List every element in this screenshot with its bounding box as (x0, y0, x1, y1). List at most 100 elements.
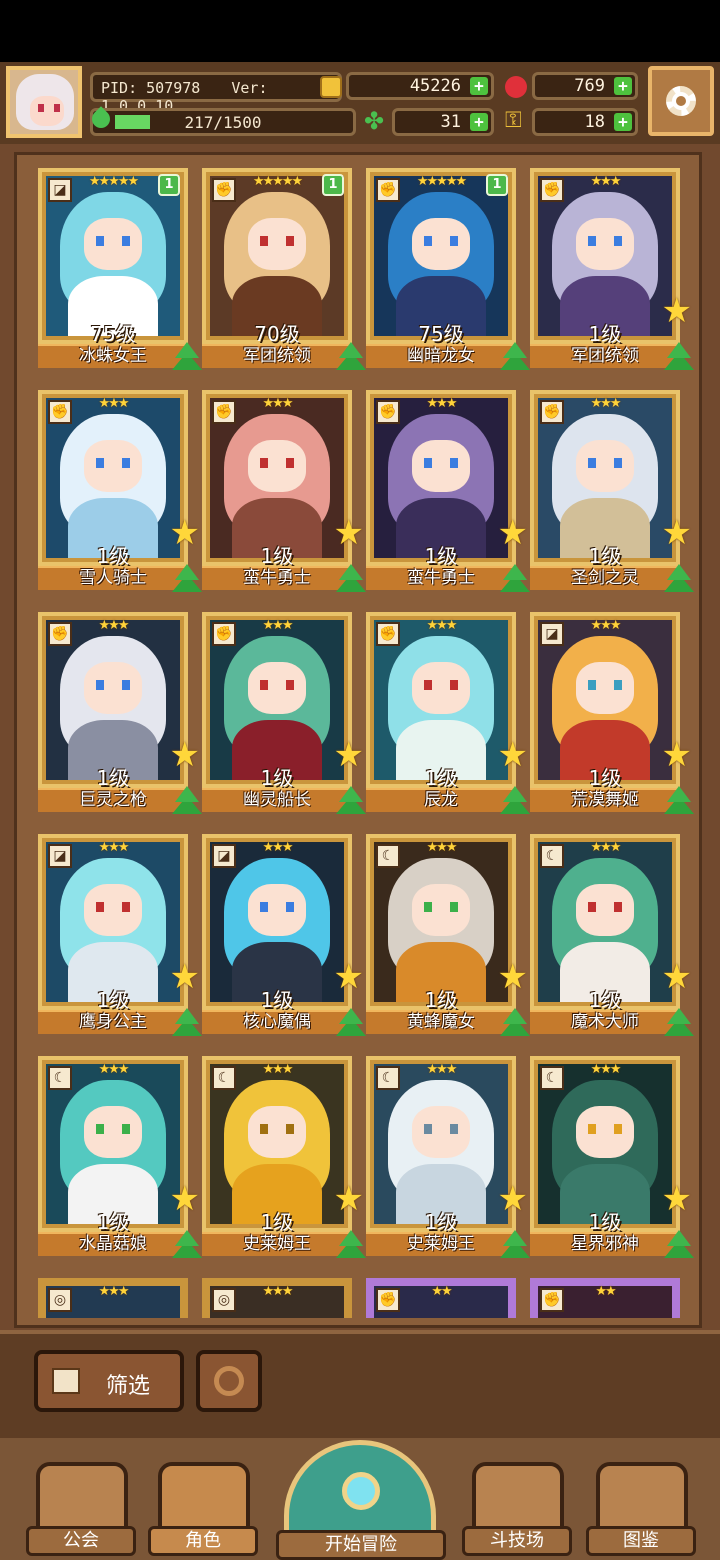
star-upgrade-icon: ★ (661, 735, 692, 775)
card-frame: ☾ ★★★ 1级 (366, 834, 516, 1012)
status-bar (0, 0, 720, 62)
hero-card[interactable]: ✊ ★★★ 1级 幽灵船长 ★ (202, 612, 366, 818)
hero-card[interactable]: ☾ ★★★ 1级 水晶菇娘 ★ (38, 1056, 202, 1262)
hero-card[interactable]: ☾ ★★★ 1级 史莱姆王 ★ (366, 1056, 530, 1262)
upgrade-tree-icon (172, 1230, 202, 1260)
nav-character-label: 角色 (148, 1526, 258, 1556)
upgrade-tree-icon (664, 1230, 694, 1260)
ruby-icon (505, 76, 527, 98)
upgrade-tree-icon (172, 342, 202, 372)
card-frame: ◪ ★★★ 1级 (530, 612, 680, 790)
hero-card[interactable]: ◪ ★★★ 1级 鹰身公主 ★ (38, 834, 202, 1040)
add-ruby-button[interactable]: + (614, 77, 632, 95)
hero-level: 1级 (260, 766, 294, 790)
refresh-icon (214, 1366, 244, 1396)
upgrade-tree-icon (500, 1230, 530, 1260)
star-upgrade-icon: ★ (661, 513, 692, 553)
hero-card[interactable]: ✊ ★★★ 1级 军团统领 ★ (530, 168, 694, 374)
hero-card[interactable]: ◪ ★★★ 1级 核心魔偶 ★ (202, 834, 366, 1040)
upgrade-tree-icon (664, 1008, 694, 1038)
upgrade-tree-icon (664, 564, 694, 594)
card-frame: ◪ ★★★★★ 1 75级 (38, 168, 188, 346)
hero-grid[interactable]: ◪ ★★★★★ 1 75级 冰蛛女王 ✊ ★★★★★ 1 70级 军团统领 ✊ ★★★★★ 1 75级 幽暗… (14, 152, 702, 1328)
hero-card[interactable]: ✊ ★★★ 1级 蛮牛勇士 ★ (202, 390, 366, 596)
rarity-stars: ★★★ (98, 618, 130, 633)
star-upgrade-icon: ★ (169, 735, 200, 775)
nav-arena[interactable]: 斗技场 (462, 1462, 572, 1560)
hero-card[interactable]: ✊ ★★★ 1级 蛮牛勇士 ★ (366, 390, 530, 596)
rarity-stars: ★★★ (426, 618, 458, 633)
hero-level: 1级 (588, 988, 622, 1012)
card-frame: ☾ ★★★ 1级 (202, 1056, 352, 1234)
hero-card[interactable]: ◪ ★★★★★ 1 75级 冰蛛女王 (38, 168, 202, 374)
hero-card[interactable]: ✊ ★★★★★ 1 75级 幽暗龙女 (366, 168, 530, 374)
hero-card[interactable]: ☾ ★★★ 1级 史莱姆王 ★ (202, 1056, 366, 1262)
hero-card[interactable]: ☾ ★★★ 1级 星界邪神 ★ (530, 1056, 694, 1262)
grid-icon (52, 1368, 80, 1394)
hero-name: 冰蛛女王 (79, 346, 147, 366)
key-value: 18 (584, 112, 605, 132)
card-frame: ☾ ★★★ 1级 (366, 1056, 516, 1234)
hero-card-partial[interactable]: ◎ ★★★ (38, 1278, 192, 1318)
rarity-stars: ★★ (431, 1284, 452, 1299)
hero-card[interactable]: ☾ ★★★ 1级 魔术大师 ★ (530, 834, 694, 1040)
hero-card[interactable]: ✊ ★★★★★ 1 70级 军团统领 (202, 168, 366, 374)
card-frame: ✊ ★★★ 1级 (202, 612, 352, 790)
hero-level: 1级 (588, 1210, 622, 1234)
hero-list-panel: ◪ ★★★★★ 1 75级 冰蛛女王 ✊ ★★★★★ 1 70级 军团统领 ✊ ★★★★★ 1 75级 幽暗… (0, 144, 720, 1330)
player-avatar[interactable] (6, 66, 82, 138)
hero-card-partial[interactable]: ✊ ★★ (530, 1278, 684, 1318)
upgrade-tree-icon (664, 342, 694, 372)
add-clover-button[interactable]: + (470, 113, 488, 131)
hero-name: 辰龙 (424, 790, 458, 810)
card-frame: ✊ ★★★★★ 1 75级 (366, 168, 516, 346)
refresh-button[interactable] (196, 1350, 262, 1412)
rarity-stars: ★★★ (262, 396, 294, 411)
upgrade-tree-icon (172, 1008, 202, 1038)
card-frame: ✊ ★★★ 1级 (38, 612, 188, 790)
character-icon (158, 1462, 250, 1532)
clover-value: 31 (440, 112, 461, 132)
nav-character[interactable]: 角色 (148, 1462, 258, 1560)
upgrade-tree-icon (336, 342, 366, 372)
hero-card[interactable]: ✊ ★★★ 1级 圣剑之灵 ★ (530, 390, 694, 596)
hero-name: 雪人骑士 (79, 568, 147, 588)
hero-card-partial[interactable]: ✊ ★★ (366, 1278, 520, 1318)
hero-card[interactable]: ✊ ★★★ 1级 雪人骑士 ★ (38, 390, 202, 596)
star-upgrade-icon: ★ (169, 1179, 200, 1219)
hero-level: 1级 (260, 988, 294, 1012)
hero-card[interactable]: ✊ ★★★ 1级 巨灵之枪 ★ (38, 612, 202, 818)
rarity-stars: ★★★ (98, 840, 130, 855)
upgrade-tree-icon (172, 786, 202, 816)
card-frame: ◪ ★★★ 1级 (202, 834, 352, 1012)
card-frame: ✊ ★★★ 1级 (38, 390, 188, 568)
filter-button[interactable]: 筛选 (34, 1350, 184, 1412)
count-badge: 1 (322, 174, 344, 196)
star-upgrade-icon: ★ (497, 735, 528, 775)
star-upgrade-icon: ★ (169, 957, 200, 997)
hero-card[interactable]: ◪ ★★★ 1级 荒漠舞姬 ★ (530, 612, 694, 818)
rarity-stars: ★★★ (98, 1062, 130, 1077)
add-key-button[interactable]: + (614, 113, 632, 131)
card-frame: ☾ ★★★ 1级 (530, 834, 680, 1012)
star-upgrade-icon: ★ (333, 1179, 364, 1219)
settings-button[interactable] (648, 66, 714, 136)
hero-name: 幽灵船长 (243, 790, 311, 810)
nav-adventure[interactable]: 开始冒险 (276, 1436, 446, 1560)
hero-card[interactable]: ✊ ★★★ 1级 辰龙 ★ (366, 612, 530, 818)
nav-codex[interactable]: 图鉴 (586, 1462, 696, 1560)
gold-coin-icon (320, 76, 342, 98)
hero-card[interactable]: ☾ ★★★ 1级 黄蜂魔女 ★ (366, 834, 530, 1040)
key-icon: ⚿ (505, 108, 522, 133)
upgrade-tree-icon (500, 786, 530, 816)
pid-text: PID: 507978 (101, 79, 201, 97)
nav-arena-label: 斗技场 (462, 1526, 572, 1556)
hero-level: 1级 (588, 544, 622, 568)
rarity-stars: ★★★ (590, 1062, 622, 1077)
hero-card-partial[interactable]: ◎ ★★★ (202, 1278, 356, 1318)
add-gold-button[interactable]: + (470, 77, 488, 95)
card-frame: ✊ ★★ (366, 1278, 516, 1318)
hero-level: 1级 (424, 1210, 458, 1234)
nav-guild[interactable]: 公会 (26, 1462, 136, 1560)
guild-icon (36, 1462, 128, 1532)
